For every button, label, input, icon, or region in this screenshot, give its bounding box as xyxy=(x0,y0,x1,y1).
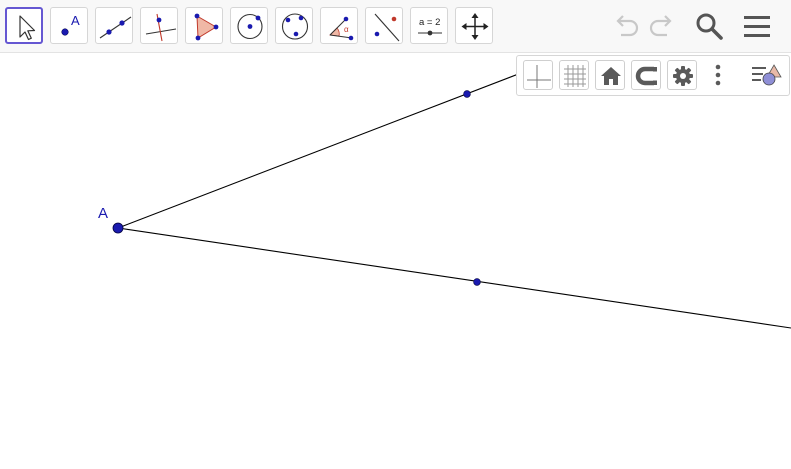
polygon-icon xyxy=(194,13,219,41)
toggle-grid-button[interactable] xyxy=(559,60,589,90)
grid-icon xyxy=(564,65,586,87)
undo-icon xyxy=(616,15,639,37)
line-through-points-icon xyxy=(99,16,132,39)
angle-tool-button[interactable]: α xyxy=(320,7,358,44)
hamburger-menu-icon xyxy=(744,16,770,37)
slider-icon: a = 2 xyxy=(418,17,442,36)
point-on-lower-ray[interactable] xyxy=(473,278,481,286)
gear-icon xyxy=(673,66,693,86)
circle-tool-button[interactable] xyxy=(230,7,268,44)
svg-text:A: A xyxy=(71,13,80,28)
svg-text:a = 2: a = 2 xyxy=(419,17,440,28)
search-button[interactable] xyxy=(691,8,727,44)
vertex-point-a[interactable] xyxy=(112,222,124,234)
toolbar: A α a = 2 xyxy=(0,0,791,53)
point-tool-button[interactable]: A xyxy=(50,7,88,44)
magnet-capture-icon xyxy=(635,66,657,86)
toggle-axes-button[interactable] xyxy=(523,60,553,90)
circle-center-point-icon xyxy=(237,13,263,40)
main-menu-button[interactable] xyxy=(739,8,775,44)
search-icon xyxy=(696,13,723,40)
vertical-dots-icon xyxy=(715,64,721,86)
vertex-label-a: A xyxy=(98,205,108,222)
graphics-settings-button[interactable] xyxy=(667,60,697,90)
toggle-style-bar-button[interactable] xyxy=(749,60,782,90)
move-arrows-icon xyxy=(461,13,489,40)
point-capturing-button[interactable] xyxy=(631,60,661,90)
home-icon xyxy=(601,67,621,85)
reflect-tool-button[interactable] xyxy=(365,7,403,44)
graphics-style-bar xyxy=(516,55,790,96)
move-tool-button[interactable] xyxy=(5,7,43,44)
perpendicular-tool-button[interactable] xyxy=(140,7,178,44)
standard-view-button[interactable] xyxy=(595,60,625,90)
perpendicular-line-icon xyxy=(145,13,177,42)
pointer-arrow-icon xyxy=(19,15,36,41)
circle-three-points-icon xyxy=(281,13,309,40)
ray-lower[interactable] xyxy=(117,227,791,329)
redo-button[interactable] xyxy=(644,8,680,44)
move-graphics-view-tool-button[interactable] xyxy=(455,7,493,44)
slider-tool-button[interactable]: a = 2 xyxy=(410,7,448,44)
svg-text:α: α xyxy=(344,25,349,34)
line-tool-button[interactable] xyxy=(95,7,133,44)
reflect-about-line-icon xyxy=(374,13,400,42)
ray-upper[interactable] xyxy=(117,57,561,229)
angle-icon: α xyxy=(329,16,354,41)
redo-icon xyxy=(649,15,672,37)
style-bar-icon xyxy=(752,64,782,86)
axes-icon xyxy=(527,65,551,88)
undo-button[interactable] xyxy=(608,8,644,44)
polygon-tool-button[interactable] xyxy=(185,7,223,44)
point-on-upper-ray[interactable] xyxy=(463,90,471,98)
more-options-button[interactable] xyxy=(703,60,733,90)
circle-three-points-tool-button[interactable] xyxy=(275,7,313,44)
point-icon: A xyxy=(61,13,80,36)
